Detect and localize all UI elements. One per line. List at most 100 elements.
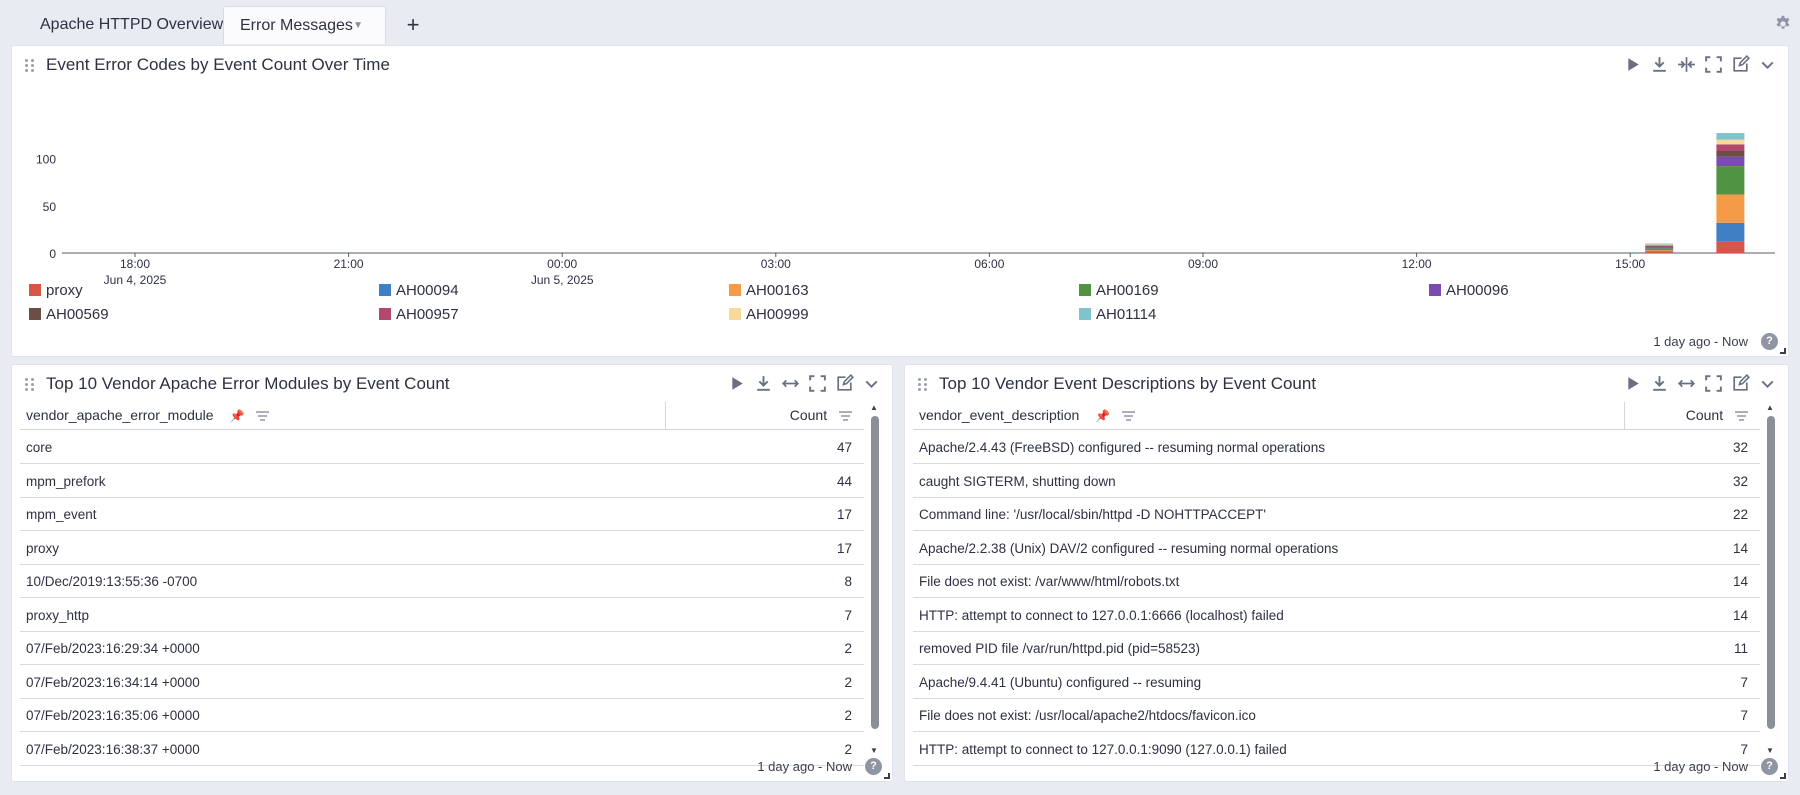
resize-handle-icon[interactable] [1780, 773, 1786, 779]
legend-item[interactable]: proxy [29, 282, 83, 299]
column-header-description[interactable]: vendor_event_description 📌 [919, 407, 1136, 423]
legend-swatch [29, 284, 41, 296]
play-icon[interactable] [1622, 373, 1643, 394]
edit-icon[interactable] [1730, 373, 1751, 394]
scroll-up-icon[interactable]: ▲ [1766, 403, 1774, 412]
legend-item[interactable]: AH00163 [729, 282, 809, 299]
legend-item[interactable]: AH00169 [1079, 282, 1159, 299]
scroll-down-icon[interactable]: ▼ [1766, 746, 1774, 755]
drag-handle-icon[interactable] [25, 378, 35, 392]
cell-count: 17 [836, 507, 852, 522]
table-row[interactable]: 10/Dec/2019:13:55:36 -0700 8 [20, 565, 864, 598]
column-header-count[interactable]: Count [790, 407, 852, 423]
sort-icon[interactable] [1735, 411, 1748, 421]
fullscreen-icon[interactable] [1703, 373, 1724, 394]
legend-item[interactable]: AH00957 [379, 306, 459, 323]
chevron-down-icon[interactable] [1757, 373, 1778, 394]
vertical-scrollbar[interactable]: ▲ ▼ [868, 402, 882, 755]
scroll-down-icon[interactable]: ▼ [870, 746, 878, 755]
table-row[interactable]: 07/Feb/2023:16:29:34 +0000 2 [20, 632, 864, 665]
resize-handle-icon[interactable] [1780, 348, 1786, 354]
play-icon[interactable] [726, 373, 747, 394]
table-row[interactable]: removed PID file /var/run/httpd.pid (pid… [913, 632, 1760, 665]
add-tab-button[interactable]: + [402, 8, 424, 42]
drag-handle-icon[interactable] [918, 378, 928, 392]
table-row[interactable]: File does not exist: /usr/local/apache2/… [913, 699, 1760, 732]
legend-label: AH00094 [396, 282, 459, 299]
descriptions-table: vendor_event_description 📌 Count Apache/… [913, 402, 1780, 766]
caret-down-icon[interactable]: ▼ [353, 7, 363, 45]
expand-width-icon[interactable] [780, 373, 801, 394]
drag-handle-icon[interactable] [25, 59, 35, 73]
table-row[interactable]: mpm_prefork 44 [20, 465, 864, 498]
cell-name: mpm_prefork [26, 473, 106, 489]
scrollbar-thumb[interactable] [871, 416, 879, 729]
table-row[interactable]: HTTP: attempt to connect to 127.0.0.1:90… [913, 733, 1760, 766]
sort-icon[interactable] [1122, 411, 1136, 421]
table-row[interactable]: caught SIGTERM, shutting down 32 [913, 465, 1760, 498]
column-divider[interactable] [665, 402, 666, 430]
legend-item[interactable]: AH00094 [379, 282, 459, 299]
column-header-count[interactable]: Count [1686, 407, 1748, 423]
table-row[interactable]: Apache/2.4.43 (FreeBSD) configured -- re… [913, 431, 1760, 464]
bar-segment [1716, 166, 1745, 195]
table-row[interactable]: 07/Feb/2023:16:34:14 +0000 2 [20, 666, 864, 699]
pin-icon[interactable]: 📌 [229, 409, 244, 423]
scroll-up-icon[interactable]: ▲ [870, 403, 878, 412]
fullscreen-icon[interactable] [1703, 54, 1724, 75]
pin-icon[interactable]: 📌 [1095, 409, 1110, 423]
legend-swatch [1079, 308, 1091, 320]
table-row[interactable]: proxy_http 7 [20, 599, 864, 632]
resize-handle-icon[interactable] [884, 773, 890, 779]
edit-icon[interactable] [834, 373, 855, 394]
table-row[interactable]: proxy 17 [20, 532, 864, 565]
split-icon[interactable] [1676, 54, 1697, 75]
download-icon[interactable] [1649, 54, 1670, 75]
gear-icon[interactable] [1774, 14, 1792, 32]
sort-icon[interactable] [839, 411, 852, 421]
table-row[interactable]: File does not exist: /var/www/html/robot… [913, 565, 1760, 598]
sort-icon[interactable] [256, 411, 270, 421]
column-divider[interactable] [1624, 402, 1625, 430]
help-icon[interactable]: ? [1761, 333, 1778, 350]
bar-segment [1645, 245, 1674, 247]
vertical-scrollbar[interactable]: ▲ ▼ [1764, 402, 1778, 755]
bar-segment [1645, 251, 1674, 253]
table-row[interactable]: HTTP: attempt to connect to 127.0.0.1:66… [913, 599, 1760, 632]
table-row[interactable]: mpm_event 17 [20, 498, 864, 531]
fullscreen-icon[interactable] [807, 373, 828, 394]
legend-item[interactable]: AH00999 [729, 306, 809, 323]
cell-count: 14 [1732, 540, 1748, 556]
panel-title: Top 10 Vendor Apache Error Modules by Ev… [46, 374, 450, 393]
table-row[interactable]: Apache/2.2.38 (Unix) DAV/2 configured --… [913, 532, 1760, 565]
table-row[interactable]: core 47 [20, 431, 864, 464]
edit-icon[interactable] [1730, 54, 1751, 75]
tab-error-messages[interactable]: Error Messages ▼ [223, 6, 386, 44]
scrollbar-thumb[interactable] [1767, 416, 1775, 729]
table-row[interactable]: 07/Feb/2023:16:38:37 +0000 2 [20, 733, 864, 766]
expand-width-icon[interactable] [1676, 373, 1697, 394]
download-icon[interactable] [1649, 373, 1670, 394]
column-header-module[interactable]: vendor_apache_error_module 📌 [26, 407, 270, 423]
cell-name: proxy [26, 540, 60, 556]
cell-name: caught SIGTERM, shutting down [919, 473, 1116, 489]
chevron-down-icon[interactable] [1757, 54, 1778, 75]
play-icon[interactable] [1622, 54, 1643, 75]
help-icon[interactable]: ? [1761, 758, 1778, 775]
cell-count: 2 [844, 641, 852, 656]
tab-apache-httpd-overview[interactable]: Apache HTTPD Overview [16, 6, 247, 44]
chevron-down-icon[interactable] [861, 373, 882, 394]
legend-item[interactable]: AH00096 [1429, 282, 1509, 299]
table-row[interactable]: 07/Feb/2023:16:35:06 +0000 2 [20, 699, 864, 732]
cell-name: Apache/2.2.38 (Unix) DAV/2 configured --… [919, 540, 1339, 556]
help-icon[interactable]: ? [865, 758, 882, 775]
table-row[interactable]: Apache/9.4.41 (Ubuntu) configured -- res… [913, 666, 1760, 699]
table-header: vendor_event_description 📌 Count [913, 402, 1760, 430]
cell-count: 47 [836, 440, 852, 455]
cell-count: 7 [1740, 708, 1748, 723]
legend-item[interactable]: AH01114 [1079, 306, 1156, 323]
table-row[interactable]: Command line: '/usr/local/sbin/httpd -D … [913, 498, 1760, 531]
download-icon[interactable] [753, 373, 774, 394]
legend-item[interactable]: AH00569 [29, 306, 109, 323]
cell-name: Apache/9.4.41 (Ubuntu) configured -- res… [919, 674, 1202, 690]
